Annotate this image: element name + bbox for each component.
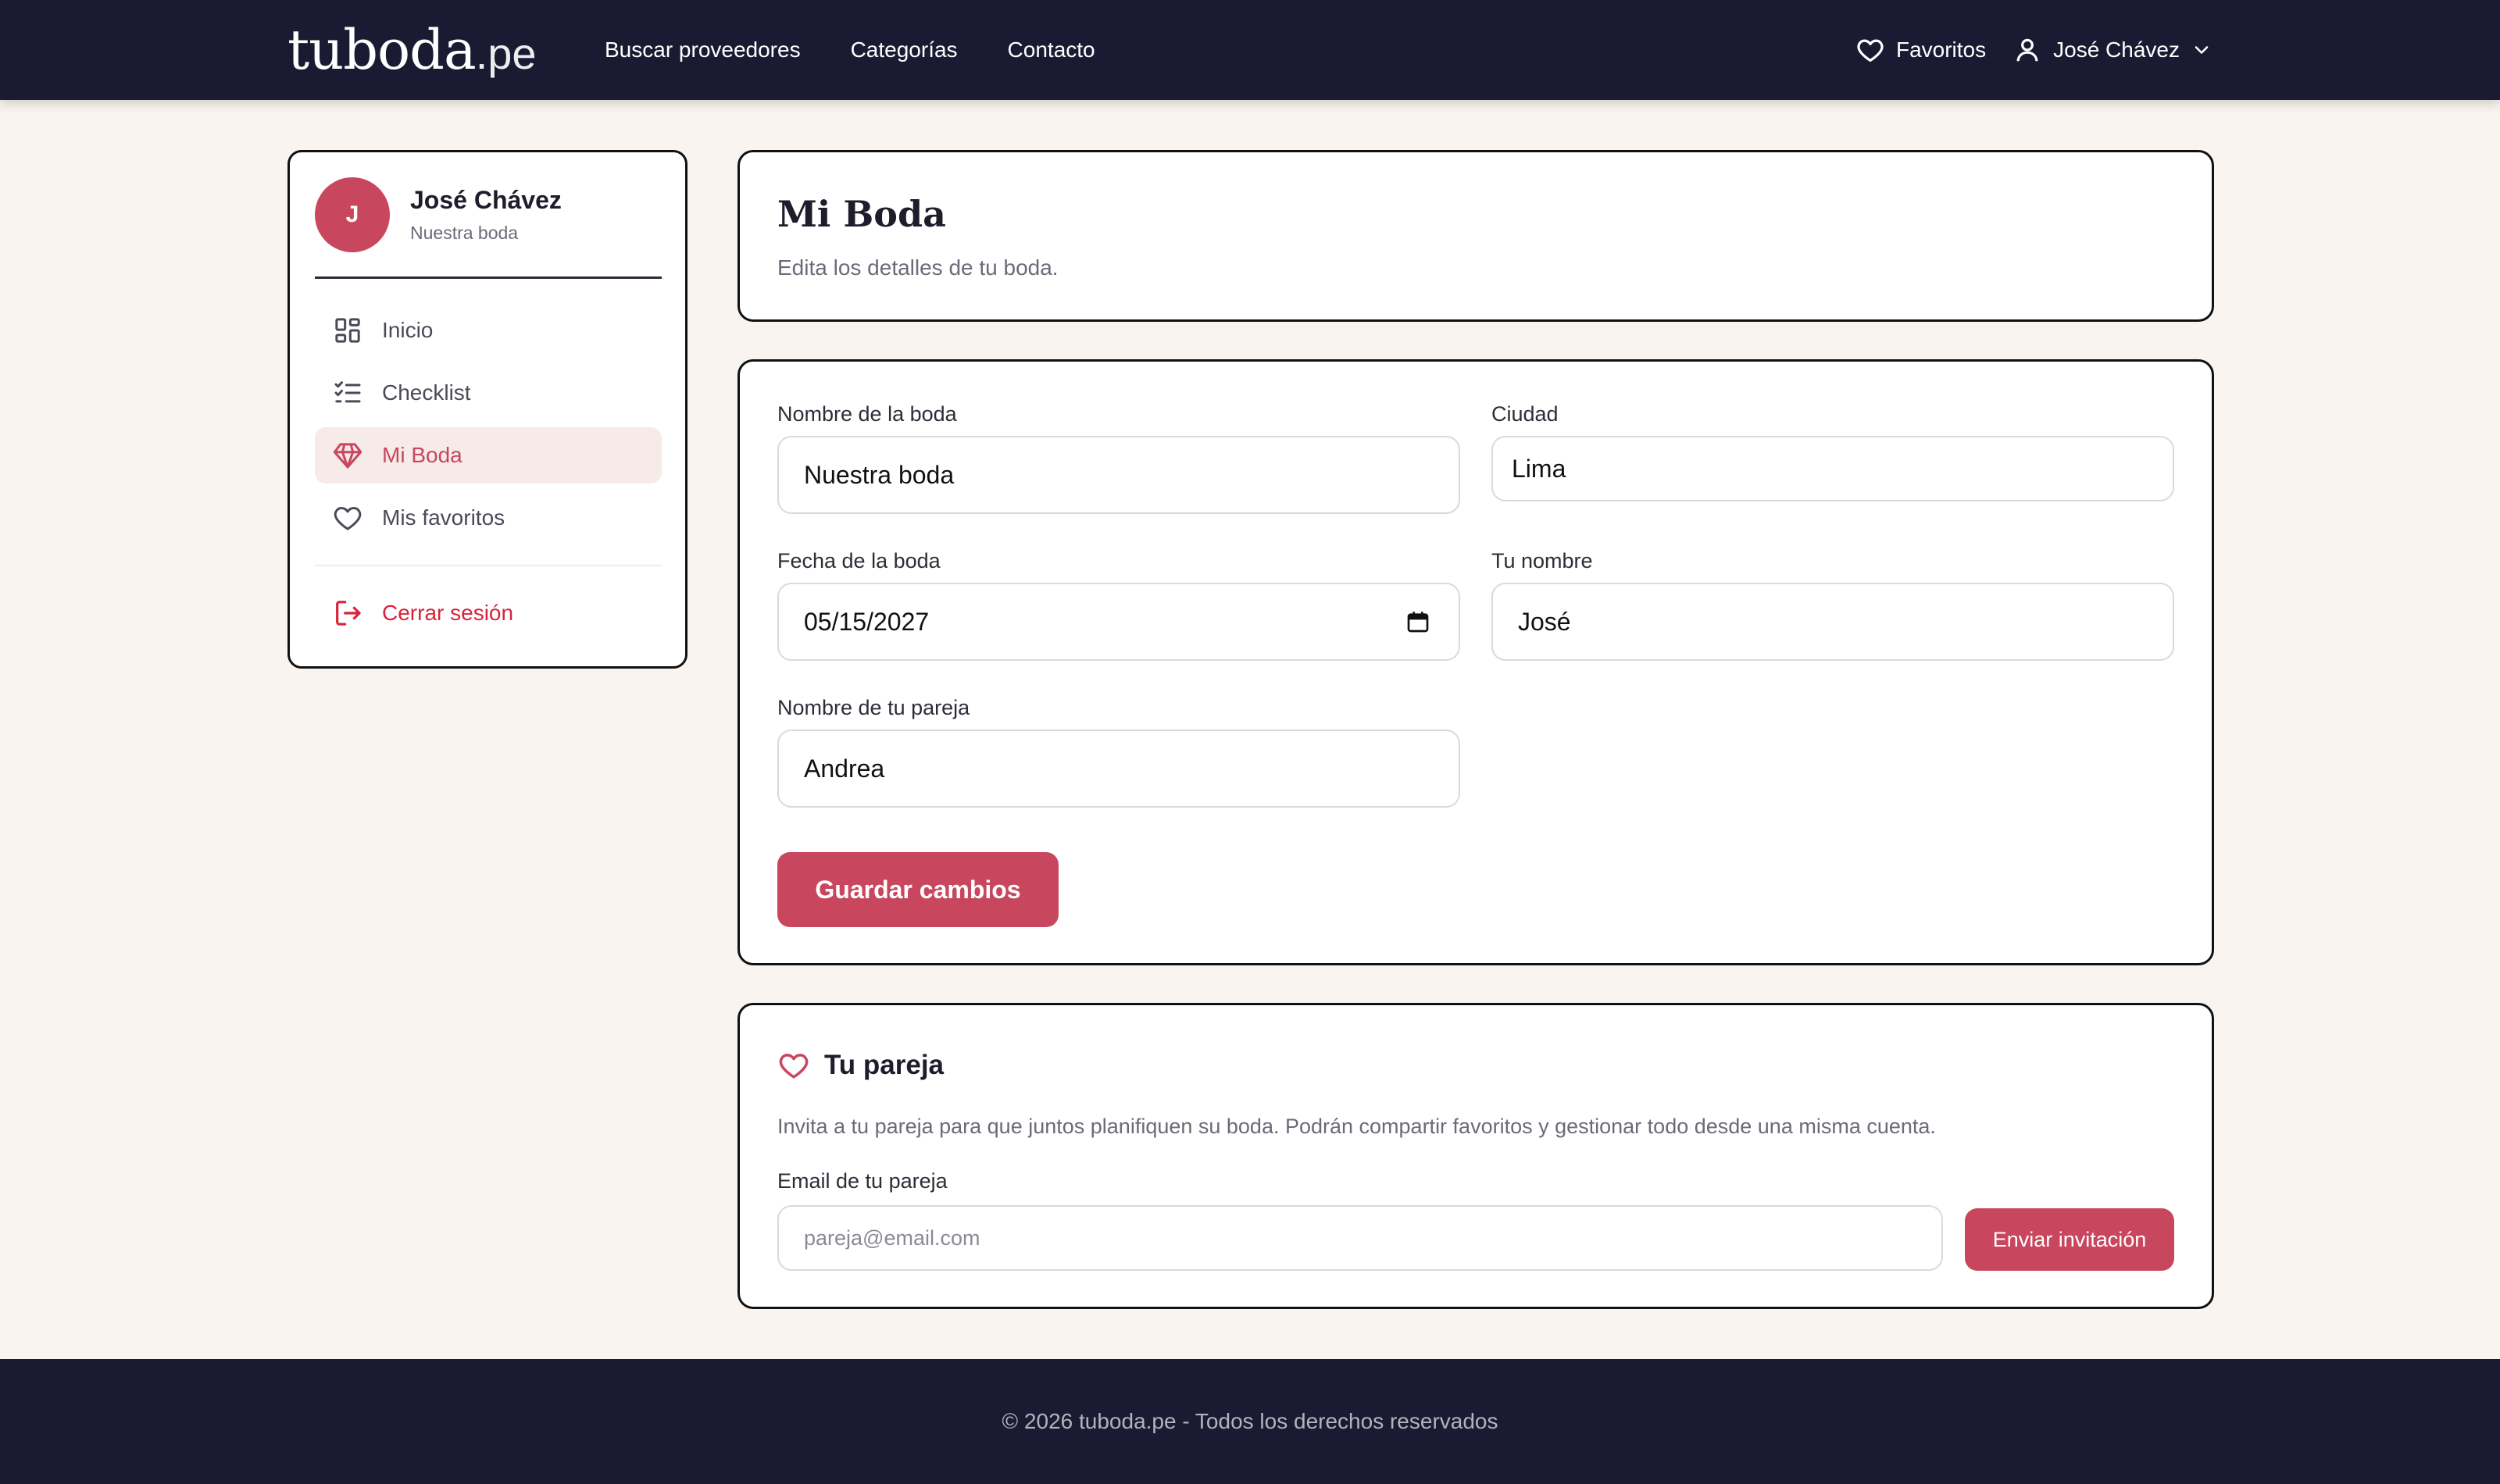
sidebar-item-mis-favoritos[interactable]: Mis favoritos [315, 490, 662, 546]
favorites-label: Favoritos [1895, 37, 1987, 62]
favorites-link[interactable]: Favoritos [1855, 35, 1986, 65]
partner-section-title: Tu pareja [824, 1050, 945, 1080]
your-name-field-group: Tu nombre José [1491, 549, 2174, 661]
partner-name-input[interactable]: Andrea [777, 730, 1460, 808]
sidebar-item-label: Mi Boda [382, 443, 462, 467]
profile-wedding-name: Nuestra boda [410, 223, 519, 243]
wedding-details-form: Nombre de la boda Nuestra boda Ciudad Li… [738, 359, 2214, 965]
partner-email-label: Email de tu pareja [777, 1169, 948, 1193]
wedding-name-input[interactable]: Nuestra boda [777, 436, 1460, 514]
date-input[interactable]: 05/15/2027 [777, 583, 1460, 661]
sidebar-divider [315, 276, 662, 279]
user-menu[interactable]: José Chávez [2012, 35, 2212, 65]
user-icon [2016, 38, 2038, 62]
diamond-icon [333, 443, 362, 469]
sidebar-item-label: Checklist [382, 380, 471, 405]
partner-description: Invita a tu pareja para que juntos plani… [777, 1115, 1936, 1138]
sidebar-item-mi-boda[interactable]: Mi Boda [315, 427, 662, 483]
page-header-card: Mi Boda Edita los detalles de tu boda. [738, 150, 2214, 322]
partner-invite-card: Tu pareja Invita a tu pareja para que ju… [738, 1003, 2214, 1309]
brand-tld: .pe [475, 29, 537, 78]
partner-name-field-group: Nombre de tu pareja Andrea [777, 696, 1460, 808]
nav-link-buscar-proveedores[interactable]: Buscar proveedores [605, 37, 801, 62]
save-button[interactable]: Guardar cambios [777, 852, 1059, 927]
main-nav: Buscar proveedores Categorías Contacto [605, 0, 1095, 100]
brand-logo[interactable]: tuboda .pe [288, 12, 537, 87]
wedding-name-label: Nombre de la boda [777, 402, 957, 426]
nav-link-contacto[interactable]: Contacto [1008, 37, 1095, 62]
grid-icon [335, 318, 360, 343]
date-value: 05/15/2027 [804, 607, 930, 636]
city-input[interactable]: Lima [1491, 436, 2174, 501]
heart-icon [334, 507, 362, 530]
wedding-name-field-group: Nombre de la boda Nuestra boda [777, 402, 1460, 514]
site-footer: © 2026 tuboda.pe - Todos los derechos re… [0, 1359, 2500, 1484]
heart-icon [1857, 39, 1884, 62]
profile-block: J José Chávez Nuestra boda [315, 177, 562, 252]
logout-icon [336, 601, 361, 626]
your-name-input[interactable]: José [1491, 583, 2174, 661]
partner-section-header: Tu pareja [777, 1049, 944, 1082]
partner-name-label: Nombre de tu pareja [777, 696, 970, 719]
nav-link-categorias[interactable]: Categorías [851, 37, 958, 62]
heart-icon [779, 1054, 809, 1079]
brand-name: tuboda [288, 18, 477, 82]
date-field-group: Fecha de la boda 05/15/2027 [777, 549, 1460, 661]
send-invitation-button[interactable]: Enviar invitación [1965, 1208, 2174, 1271]
logout-button[interactable]: Cerrar sesión [315, 585, 662, 641]
checklist-icon [334, 381, 361, 403]
top-navbar: tuboda .pe Buscar proveedores Categorías… [0, 0, 2500, 100]
date-label: Fecha de la boda [777, 549, 941, 573]
sidebar-item-checklist[interactable]: Checklist [315, 365, 662, 421]
profile-name: José Chávez [410, 186, 562, 214]
your-name-label: Tu nombre [1491, 549, 1593, 573]
page-title: Mi Boda [777, 193, 946, 235]
page-subtitle: Edita los detalles de tu boda. [777, 255, 1059, 280]
city-field-group: Ciudad Lima [1491, 402, 2174, 501]
avatar: J [315, 177, 390, 252]
calendar-icon[interactable] [1405, 609, 1430, 634]
sidebar-item-inicio[interactable]: Inicio [315, 302, 662, 359]
sidebar-menu: Inicio Checklist Mi Boda Mis favoritos [315, 302, 662, 552]
logout-label: Cerrar sesión [382, 601, 514, 625]
header-actions: Favoritos José Chávez [1855, 0, 2212, 100]
footer-copyright: © 2026 tuboda.pe - Todos los derechos re… [1002, 1409, 1498, 1433]
account-sidebar: J José Chávez Nuestra boda Inicio Checkl… [288, 150, 688, 669]
sidebar-item-label: Inicio [382, 318, 434, 342]
chevron-down-icon [2195, 46, 2209, 54]
partner-email-input[interactable]: pareja@email.com [777, 1205, 1943, 1271]
city-label: Ciudad [1491, 402, 1559, 426]
user-menu-name: José Chávez [2053, 37, 2180, 62]
sidebar-divider-light [315, 565, 662, 566]
sidebar-item-label: Mis favoritos [382, 505, 505, 530]
